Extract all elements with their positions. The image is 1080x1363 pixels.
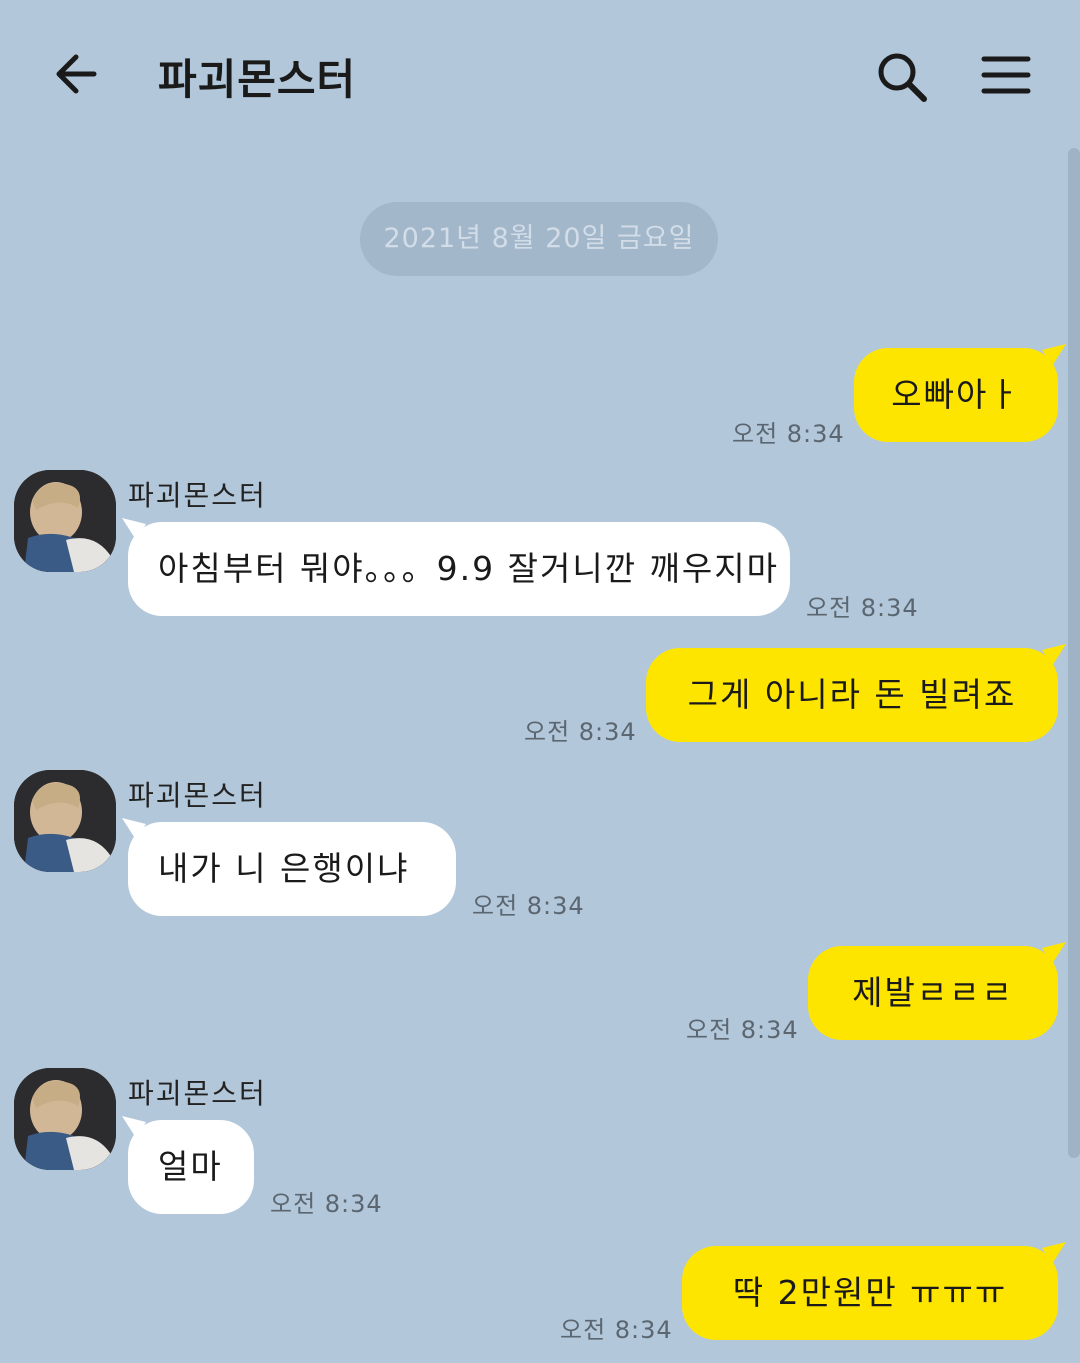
chat-title: 파괴몬스터 [158,55,357,104]
back-arrow-icon [56,54,97,94]
message-time: 오전 8:34 [686,1016,799,1044]
sender-name: 파괴몬스터 [128,1077,267,1110]
message-time: 오전 8:34 [270,1190,383,1218]
menu-button[interactable] [976,48,1036,108]
scrollbar[interactable] [1068,148,1080,1158]
sender-name: 파괴몬스터 [128,479,267,512]
their-message-bubble[interactable]: 얼마 [128,1120,254,1214]
back-button[interactable] [48,44,108,104]
bubble-tail [1042,644,1066,666]
their-message-bubble[interactable]: 아침부터 뭐야。。。9.9 잘거니깐 깨우지마 [128,522,790,616]
bubble-tail [1042,942,1066,964]
profile-photo [14,770,116,872]
bubble-tail [1042,1242,1066,1264]
message-time: 오전 8:34 [472,892,585,920]
my-message-bubble[interactable]: 딱 2만원만 ㅠㅠㅠ [682,1246,1058,1340]
menu-icon [981,56,1031,94]
search-button[interactable] [872,48,932,108]
profile-photo [14,1068,116,1170]
my-message-bubble[interactable]: 그게 아니라 돈 빌려죠 [646,648,1058,742]
avatar[interactable] [14,1068,116,1170]
avatar[interactable] [14,470,116,572]
search-icon [878,53,927,102]
avatar[interactable] [14,770,116,872]
message-time: 오전 8:34 [524,718,637,746]
my-message-bubble[interactable]: 오빠아ㅏ [854,348,1058,442]
sender-name: 파괴몬스터 [128,779,267,812]
bubble-tail [1042,344,1066,366]
message-time: 오전 8:34 [732,420,845,448]
top-bar: 파괴몬스터 [0,0,1080,140]
my-message-bubble[interactable]: 제발ㄹㄹㄹ [808,946,1058,1040]
message-time: 오전 8:34 [560,1316,673,1344]
their-message-bubble[interactable]: 내가 니 은행이냐 [128,822,456,916]
profile-photo [14,470,116,572]
date-divider: 2021년 8월 20일 금요일 [360,202,718,276]
message-time: 오전 8:34 [806,594,919,622]
